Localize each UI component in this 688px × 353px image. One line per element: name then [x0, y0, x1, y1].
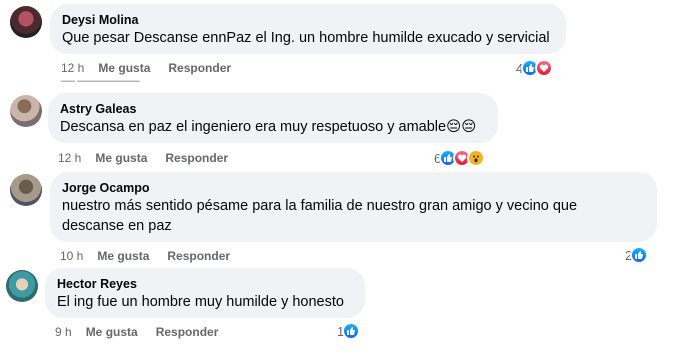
like-icon: [342, 322, 361, 340]
wow-icon: [467, 149, 486, 167]
heart-icon: [535, 59, 554, 77]
comment-actions: 12 h Me gusta Responder: [61, 60, 249, 76]
reaction-summary[interactable]: 6: [434, 148, 486, 168]
comment-actions: 10 h Me gusta Responder: [60, 248, 248, 264]
reaction-summary[interactable]: 1: [337, 321, 361, 341]
reaction-summary[interactable]: 2: [625, 245, 649, 265]
reply-button[interactable]: Responder: [165, 150, 228, 166]
avatar[interactable]: [10, 95, 42, 127]
like-button[interactable]: Me gusta: [97, 248, 149, 264]
comment-timestamp[interactable]: 12 h: [61, 60, 84, 76]
like-button[interactable]: Me gusta: [86, 324, 138, 340]
comment-bubble: Jorge Ocampo nuestro más sentido pésame …: [50, 172, 657, 242]
scroll-artifact: ▔▔ ▔▔▔▔▔▔▔▔▔: [61, 81, 140, 91]
comment-bubble: Hector Reyes El ing fue un hombre muy hu…: [45, 268, 365, 318]
comment-text: Descansa en paz el ingeniero era muy res…: [60, 119, 477, 135]
like-button[interactable]: Me gusta: [95, 150, 147, 166]
like-icon: [630, 246, 649, 264]
comment-text-line: nuestro más sentido pésame para la famil…: [62, 198, 578, 214]
avatar[interactable]: [6, 270, 38, 302]
comment-text: El ing fue un hombre muy humilde y hones…: [57, 294, 344, 310]
comment-timestamp[interactable]: 12 h: [58, 150, 81, 166]
avatar[interactable]: [10, 6, 42, 38]
comment-bubble: Deysi Molina Que pesar Descanse ennPaz e…: [50, 4, 566, 54]
comment-author[interactable]: Deysi Molina: [62, 12, 554, 28]
avatar[interactable]: [10, 174, 42, 206]
reply-button[interactable]: Responder: [167, 248, 230, 264]
reply-button[interactable]: Responder: [168, 60, 231, 76]
comment-author[interactable]: Hector Reyes: [57, 276, 353, 292]
comment-bubble: Astry Galeas Descansa en paz el ingenier…: [48, 93, 498, 143]
comment-text: Que pesar Descanse ennPaz el Ing. un hom…: [62, 30, 550, 46]
comment-author[interactable]: Jorge Ocampo: [62, 180, 645, 196]
comment-actions: 12 h Me gusta Responder: [58, 150, 246, 166]
comment-actions: 9 h Me gusta Responder: [55, 324, 236, 340]
comment-timestamp[interactable]: 9 h: [55, 324, 72, 340]
reaction-summary[interactable]: 4: [516, 58, 554, 78]
comment-timestamp[interactable]: 10 h: [60, 248, 83, 264]
like-button[interactable]: Me gusta: [98, 60, 150, 76]
reply-button[interactable]: Responder: [156, 324, 219, 340]
comment-text-line: descanse en paz: [62, 218, 172, 234]
comment-author[interactable]: Astry Galeas: [60, 101, 486, 117]
